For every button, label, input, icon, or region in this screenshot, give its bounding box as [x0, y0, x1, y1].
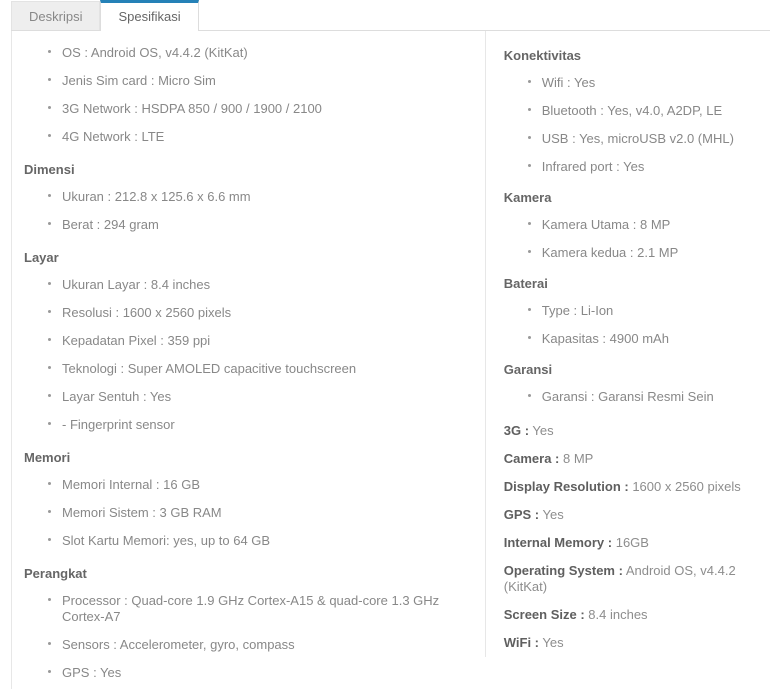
- spec-list-item: Resolusi : 1600 x 2560 pixels: [48, 299, 475, 327]
- spec-list-item: Memori Internal : 16 GB: [48, 471, 475, 499]
- spec-list-item: USB : Yes, microUSB v2.0 (MHL): [527, 125, 761, 153]
- spec-key-value-row: Internal Memory : 16GB: [504, 529, 761, 557]
- spec-value: 16GB: [615, 535, 649, 550]
- spec-value: 8.4 inches: [588, 607, 648, 622]
- spec-list: Garansi : Garansi Resmi Sein: [504, 383, 761, 411]
- spec-key: 3G :: [503, 423, 530, 438]
- spec-list: Ukuran : 212.8 x 125.6 x 6.6 mm Berat : 2…: [24, 183, 475, 239]
- spec-list-item: Kamera kedua : 2.1 MP: [527, 239, 761, 267]
- spec-column-left: OS : Android OS, v4.4.2 (KitKat) Jenis Si…: [12, 31, 485, 689]
- spec-key: Display Resolution :: [503, 479, 629, 494]
- spec-group-title: Garansi: [503, 362, 553, 377]
- spec-list-item: Bluetooth : Yes, v4.0, A2DP, LE: [527, 97, 761, 125]
- spec-value: Yes: [532, 423, 554, 438]
- spec-key-value-row: Screen Size : 8.4 inches: [504, 601, 761, 629]
- spec-key: WiFi :: [503, 635, 539, 650]
- spec-list-item: GPS : Yes: [48, 659, 475, 687]
- spec-value: Yes: [542, 507, 564, 522]
- spec-list: Processor : Quad-core 1.9 GHz Cortex-A15…: [24, 587, 475, 687]
- spec-list: Ukuran Layar : 8.4 inches Resolusi : 1600…: [24, 271, 475, 439]
- spec-key: Internal Memory :: [503, 535, 613, 550]
- spec-list: Wifi : Yes Bluetooth : Yes, v4.0, A2DP, L…: [504, 69, 761, 181]
- spec-list-item: OS : Android OS, v4.4.2 (KitKat): [48, 39, 475, 67]
- spec-key-value-row: Camera : 8 MP: [504, 445, 761, 473]
- spec-list-item: Slot Kartu Memori: yes, up to 64 GB: [48, 527, 475, 555]
- spec-group-title: Kamera: [503, 190, 552, 205]
- spec-list-item: Kapasitas : 4900 mAh: [527, 325, 761, 353]
- spec-list-item: Ukuran : 212.8 x 125.6 x 6.6 mm: [48, 183, 475, 211]
- spec-key-value-row: Display Resolution : 1600 x 2560 pixels: [504, 473, 761, 501]
- tab-bar: Deskripsi Spesifikasi: [11, 0, 777, 32]
- spec-group-title: Memori: [24, 450, 71, 465]
- spec-key-value-row: Operating System : Android OS, v4.4.2 (K…: [504, 557, 761, 601]
- spec-value: 1600 x 2560 pixels: [632, 479, 741, 494]
- spec-group-title: Perangkat: [24, 566, 87, 581]
- spec-list-item: Processor : Quad-core 1.9 GHz Cortex-A15…: [48, 587, 475, 631]
- spec-list-item: Garansi : Garansi Resmi Sein: [527, 383, 761, 411]
- spec-list-item: 3G Network : HSDPA 850 / 900 / 1900 / 21…: [48, 95, 475, 123]
- spec-key-value-row: 3G : Yes: [504, 417, 761, 445]
- spec-list-item: Infrared port : Yes: [527, 153, 761, 181]
- spec-list-item: Ukuran Layar : 8.4 inches: [48, 271, 475, 299]
- spec-list-item: Teknologi : Super AMOLED capacitive touc…: [48, 355, 475, 383]
- spec-list-item: Berat : 294 gram: [48, 211, 475, 239]
- spec-list-item: Memori Sistem : 3 GB RAM: [48, 499, 475, 527]
- spec-list-item: Kamera Utama : 8 MP: [527, 211, 761, 239]
- spec-columns: OS : Android OS, v4.4.2 (KitKat) Jenis Si…: [12, 31, 769, 689]
- tab-panel-spesifikasi: OS : Android OS, v4.4.2 (KitKat) Jenis Si…: [11, 31, 770, 689]
- spec-value: 8 MP: [563, 451, 594, 466]
- spec-list-item: Jenis Sim card : Micro Sim: [48, 67, 475, 95]
- tab-deskripsi[interactable]: Deskripsi: [11, 1, 101, 31]
- spec-list-item: 4G Network : LTE: [48, 123, 475, 151]
- spec-list-item: Sensors : Accelerometer, gyro, compass: [48, 631, 475, 659]
- spec-key: Operating System :: [503, 563, 623, 578]
- spec-column-right: Konektivitas Wifi : Yes Bluetooth : Yes, v…: [484, 31, 769, 657]
- spec-list: OS : Android OS, v4.4.2 (KitKat) Jenis Si…: [24, 39, 475, 151]
- spec-list-item: Type : Li-Ion: [527, 297, 761, 325]
- spec-group-title: Dimensi: [24, 162, 75, 177]
- spec-key: Camera :: [503, 451, 560, 466]
- spec-key-value-row: WiFi : Yes: [504, 629, 761, 657]
- spec-group-title: Layar: [24, 250, 59, 265]
- spec-list-item: Kepadatan Pixel : 359 ppi: [48, 327, 475, 355]
- spec-list-item: Layar Sentuh : Yes: [48, 383, 475, 411]
- spec-group-title: Baterai: [503, 276, 548, 291]
- spec-key: GPS :: [503, 507, 540, 522]
- tab-spesifikasi[interactable]: Spesifikasi: [100, 0, 199, 32]
- spec-value: Yes: [542, 635, 564, 650]
- spec-list: Memori Internal : 16 GB Memori Sistem : 3…: [24, 471, 475, 555]
- spec-list-item: - Fingerprint sensor: [48, 411, 475, 439]
- product-spec-page: Deskripsi Spesifikasi OS : Android OS, v4…: [0, 0, 777, 689]
- spec-list: Kamera Utama : 8 MP Kamera kedua : 2.1 MP: [504, 211, 761, 267]
- spec-key: Screen Size :: [503, 607, 585, 622]
- spec-key-value-list: 3G : Yes Camera : 8 MP Display Resolution …: [504, 417, 761, 657]
- spec-group-title: Konektivitas: [503, 48, 582, 63]
- spec-list: Type : Li-Ion Kapasitas : 4900 mAh: [504, 297, 761, 353]
- spec-key-value-row: GPS : Yes: [504, 501, 761, 529]
- spec-list-item: Wifi : Yes: [527, 69, 761, 97]
